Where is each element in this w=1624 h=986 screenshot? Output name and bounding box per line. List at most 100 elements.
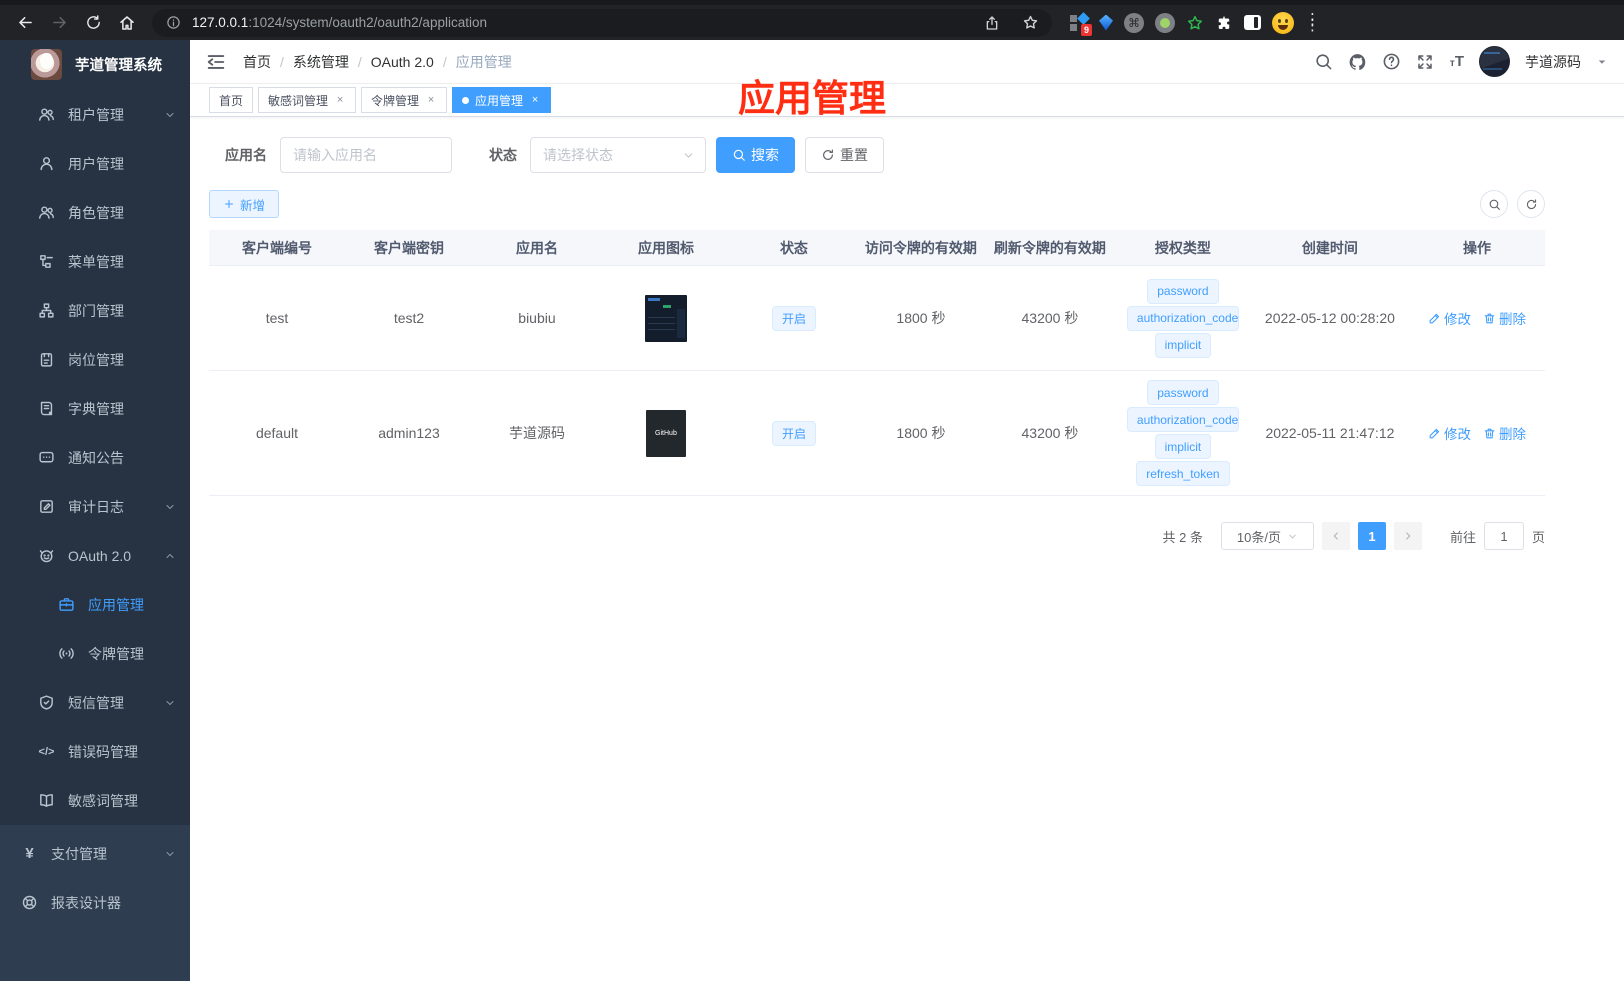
extension-command-icon[interactable]: ⌘: [1124, 12, 1144, 33]
cell-client-id: default: [255, 425, 299, 441]
sidebar-item-dept-mgmt[interactable]: 部门管理: [0, 286, 190, 335]
app-logo: [31, 48, 62, 80]
sidebar-item-notice[interactable]: 通知公告: [0, 433, 190, 482]
cell-app-name: biubiu: [518, 310, 556, 326]
browser-menu-icon[interactable]: ⋮ ⋮: [1305, 12, 1320, 33]
refresh-table-button[interactable]: [1517, 190, 1545, 218]
delete-link[interactable]: 删除: [1483, 308, 1526, 328]
page-number-1[interactable]: 1: [1357, 522, 1386, 550]
help-icon[interactable]: [1382, 52, 1401, 71]
tab-sensitive-word[interactable]: 敏感词管理 ×: [258, 87, 357, 113]
status-placeholder: 请选择状态: [543, 147, 613, 163]
browser-back-button[interactable]: [10, 8, 40, 38]
org-chart-icon: [38, 302, 55, 319]
browser-forward-button[interactable]: [44, 8, 74, 38]
page-unit-label: 页: [1531, 529, 1545, 545]
tab-token-mgmt[interactable]: 令牌管理 ×: [361, 87, 448, 113]
sidebar-item-label: 租户管理: [68, 106, 124, 123]
add-button[interactable]: 新增: [209, 190, 280, 218]
robot-icon: [38, 547, 55, 564]
browser-reload-button[interactable]: [78, 8, 108, 38]
sidebar-item-pay-mgmt[interactable]: ¥ 支付管理: [0, 829, 190, 878]
reset-button[interactable]: 重置: [805, 137, 884, 173]
goto-page-input[interactable]: [1483, 522, 1524, 550]
share-icon[interactable]: [982, 13, 1001, 32]
user-avatar[interactable]: [1479, 46, 1510, 77]
sidebar-item-sms-mgmt[interactable]: 短信管理: [0, 678, 190, 727]
sidebar-item-audit-log[interactable]: 审计日志: [0, 482, 190, 531]
sidebar-item-label: 错误码管理: [68, 743, 138, 760]
profile-avatar-icon[interactable]: [1272, 11, 1294, 34]
header-search-icon[interactable]: [1314, 52, 1333, 71]
next-page-button[interactable]: [1393, 522, 1422, 550]
tab-app-mgmt[interactable]: 应用管理 ×: [452, 87, 552, 113]
status-select[interactable]: 请选择状态: [530, 137, 706, 173]
sidebar-item-role-mgmt[interactable]: 角色管理: [0, 188, 190, 237]
edit-label: 修改: [1443, 427, 1471, 442]
code-icon: </>: [38, 745, 55, 758]
edit-link[interactable]: 修改: [1428, 308, 1471, 328]
app-name-input[interactable]: [280, 137, 452, 173]
toggle-search-button[interactable]: [1480, 190, 1508, 218]
sidebar-item-oauth2[interactable]: OAuth 2.0: [0, 531, 190, 580]
bookmark-star-icon[interactable]: [1021, 13, 1040, 32]
prev-page-button[interactable]: [1321, 522, 1350, 550]
search-icon: [732, 148, 746, 162]
col-status: 状态: [779, 239, 808, 256]
github-icon[interactable]: [1348, 52, 1367, 71]
extension-gem-icon[interactable]: [1099, 14, 1113, 31]
user-name[interactable]: 芋道源码: [1525, 52, 1581, 72]
sidebar-item-error-code-mgmt[interactable]: </> 错误码管理: [0, 727, 190, 776]
extension-star-icon[interactable]: [1186, 14, 1204, 32]
delete-link[interactable]: 删除: [1483, 423, 1526, 443]
user-menu-caret-icon[interactable]: [1596, 56, 1608, 68]
sidebar-item-label: 报表设计器: [51, 894, 121, 911]
refresh-icon: [1525, 198, 1538, 211]
chevron-right-icon: [1402, 530, 1414, 542]
sidebar-item-oauth2-token-mgmt[interactable]: 令牌管理: [0, 629, 190, 678]
chevron-down-icon: [682, 149, 695, 162]
sidebar-item-tenant-mgmt[interactable]: 租户管理: [0, 90, 190, 139]
close-icon[interactable]: ×: [334, 94, 346, 106]
sidebar-item-menu-mgmt[interactable]: 菜单管理: [0, 237, 190, 286]
chevron-down-icon: [1287, 531, 1298, 542]
sidebar-item-label: 部门管理: [68, 302, 124, 319]
chevron-down-icon: [164, 109, 176, 121]
sidebar-item-post-mgmt[interactable]: 岗位管理: [0, 335, 190, 384]
browser-home-button[interactable]: [112, 8, 142, 38]
app-logo-row[interactable]: 芋道管理系统: [0, 40, 190, 88]
extension-record-icon[interactable]: [1155, 12, 1175, 33]
breadcrumb-home[interactable]: 首页: [243, 52, 271, 72]
edit-label: 修改: [1443, 312, 1471, 327]
edit-link[interactable]: 修改: [1428, 423, 1471, 443]
sidebar-item-label: 短信管理: [68, 694, 124, 711]
extension-blocks-icon[interactable]: 9: [1070, 11, 1092, 36]
sidebar-item-user-mgmt[interactable]: 用户管理: [0, 139, 190, 188]
cell-refresh-validity: 43200 秒: [1021, 310, 1079, 326]
col-app-name: 应用名: [515, 239, 558, 256]
sidebar-item-dict-mgmt[interactable]: 字典管理: [0, 384, 190, 433]
sidebar-toggle-icon[interactable]: [1244, 15, 1261, 30]
close-icon[interactable]: ×: [529, 94, 541, 106]
extensions-puzzle-icon[interactable]: [1215, 14, 1233, 32]
tab-home[interactable]: 首页: [209, 87, 254, 113]
sidebar-item-sensitive-word-mgmt[interactable]: 敏感词管理: [0, 776, 190, 825]
fullscreen-icon[interactable]: [1416, 52, 1435, 71]
close-icon[interactable]: ×: [425, 94, 437, 106]
breadcrumb-system[interactable]: 系统管理: [293, 52, 349, 72]
sidebar-item-oauth2-app-mgmt[interactable]: 应用管理: [0, 580, 190, 629]
page-size-select[interactable]: 10条/页: [1220, 522, 1314, 550]
cell-created: 2022-05-12 00:28:20: [1264, 310, 1395, 326]
goto-label: 前往: [1449, 529, 1476, 545]
trash-icon: [1483, 427, 1496, 440]
sidebar-collapse-icon[interactable]: [205, 51, 227, 73]
app-title: 芋道管理系统: [75, 57, 162, 74]
chevron-down-icon: [164, 501, 176, 513]
search-button[interactable]: 搜索: [716, 137, 795, 173]
refresh-icon: [821, 148, 835, 162]
breadcrumb-oauth2[interactable]: OAuth 2.0: [371, 54, 434, 70]
site-info-icon[interactable]: [164, 13, 183, 32]
sidebar-item-report-designer[interactable]: 报表设计器: [0, 878, 190, 927]
address-bar[interactable]: 127.0.0.1:1024/system/oauth2/oauth2/appl…: [152, 8, 1052, 37]
font-size-icon[interactable]: тT: [1450, 54, 1464, 69]
